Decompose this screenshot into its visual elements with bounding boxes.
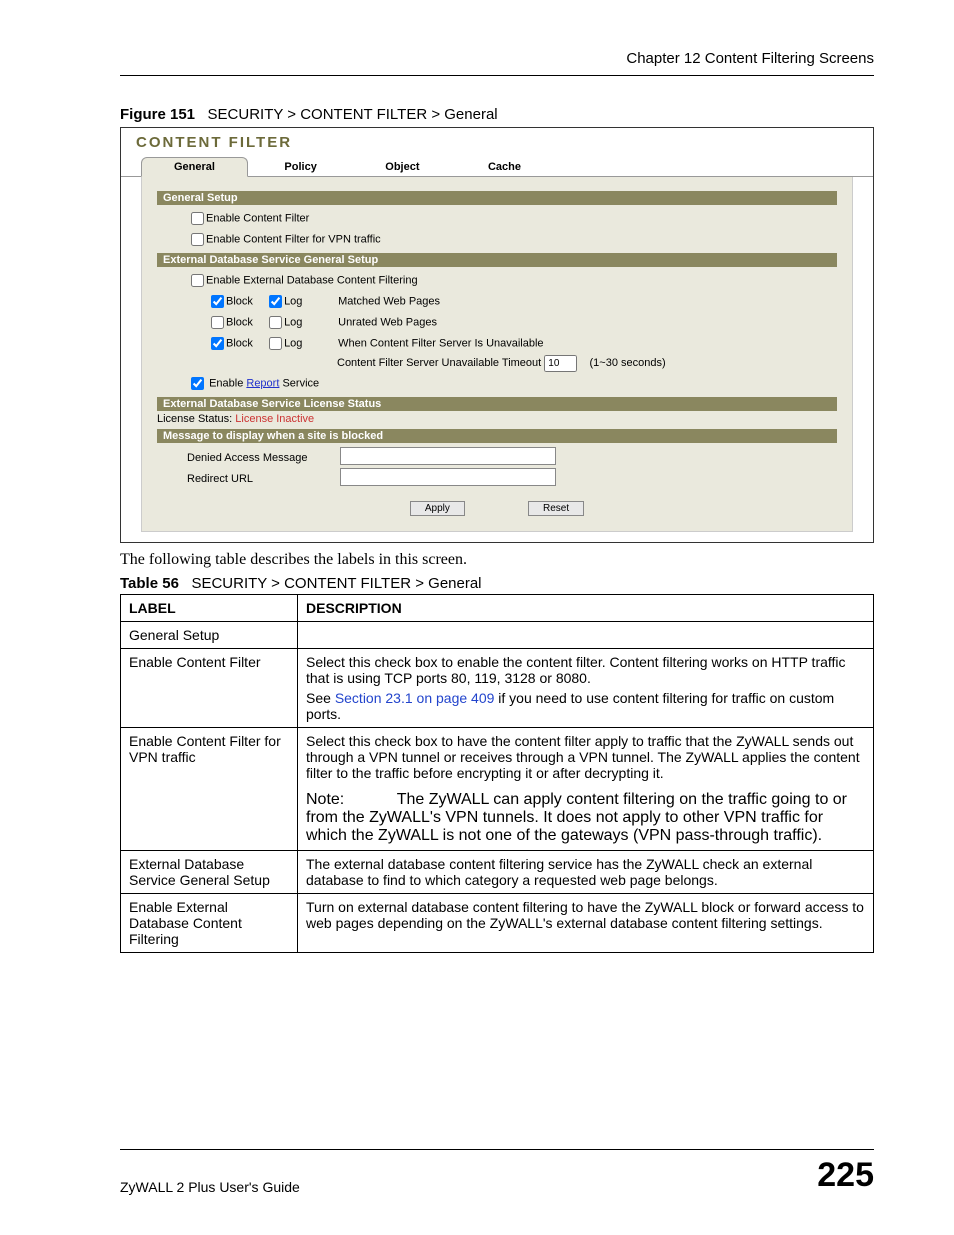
section-ext-db-setup: External Database Service General Setup xyxy=(157,253,837,267)
label-enable-cf: Enable Content Filter xyxy=(206,212,309,224)
checkbox-block-unrated[interactable] xyxy=(211,316,224,329)
th-desc: DESCRIPTION xyxy=(298,595,874,622)
section-license: External Database Service License Status xyxy=(157,397,837,411)
checkbox-log-unavail[interactable] xyxy=(269,337,282,350)
checkbox-block-matched[interactable] xyxy=(211,295,224,308)
xref-link[interactable]: Section 23.1 on page 409 xyxy=(335,690,495,706)
input-denied-msg[interactable] xyxy=(340,447,556,465)
page-number: 225 xyxy=(817,1156,874,1195)
page-footer: ZyWALL 2 Plus User's Guide 225 xyxy=(120,1141,874,1195)
table-row: Enable Content Filter Select this check … xyxy=(121,649,874,728)
label-redirect-url: Redirect URL xyxy=(187,473,337,485)
tab-object[interactable]: Object xyxy=(353,158,451,176)
description-table: LABEL DESCRIPTION General Setup Enable C… xyxy=(120,594,874,953)
label-enable-cf-vpn: Enable Content Filter for VPN traffic xyxy=(206,233,381,245)
checkbox-log-matched[interactable] xyxy=(269,295,282,308)
section-message: Message to display when a site is blocke… xyxy=(157,429,837,443)
table-row: Enable External Database Content Filteri… xyxy=(121,894,874,953)
label-unavail: When Content Filter Server Is Unavailabl… xyxy=(338,337,543,349)
link-report[interactable]: Report xyxy=(246,377,279,389)
checkbox-enable-cf[interactable] xyxy=(191,212,204,225)
value-license-status: License Inactive xyxy=(235,413,314,425)
reset-button[interactable]: Reset xyxy=(528,501,584,516)
label-enable-report-pre: Enable xyxy=(209,377,246,389)
checkbox-block-unavail[interactable] xyxy=(211,337,224,350)
chapter-header: Chapter 12 Content Filtering Screens xyxy=(120,50,874,67)
label-matched: Matched Web Pages xyxy=(338,295,440,307)
app-title: CONTENT FILTER xyxy=(121,128,873,151)
intro-paragraph: The following table describes the labels… xyxy=(120,551,874,569)
checkbox-enable-cf-vpn[interactable] xyxy=(191,233,204,246)
input-redirect-url[interactable] xyxy=(340,468,556,486)
tab-general[interactable]: General xyxy=(141,157,248,177)
screenshot-panel: CONTENT FILTER General Policy Object Cac… xyxy=(120,127,874,543)
label-timeout: Content Filter Server Unavailable Timeou… xyxy=(337,357,541,369)
label-unrated: Unrated Web Pages xyxy=(338,316,437,328)
checkbox-enable-report[interactable] xyxy=(191,377,204,390)
label-enable-ext-db: Enable External Database Content Filteri… xyxy=(206,274,418,286)
tab-cache[interactable]: Cache xyxy=(456,158,553,176)
section-general-setup: General Setup xyxy=(157,191,837,205)
tab-policy[interactable]: Policy xyxy=(252,158,348,176)
label-enable-report-post: Service xyxy=(279,377,319,389)
panel-general: General Setup Enable Content Filter Enab… xyxy=(141,177,853,532)
checkbox-enable-ext-db[interactable] xyxy=(191,274,204,287)
guide-title: ZyWALL 2 Plus User's Guide xyxy=(120,1179,300,1195)
label-timeout-hint: (1~30 seconds) xyxy=(590,357,666,369)
table-row: General Setup xyxy=(121,622,874,649)
checkbox-log-unrated[interactable] xyxy=(269,316,282,329)
table-row: Enable Content Filter for VPN traffic Se… xyxy=(121,728,874,851)
th-label: LABEL xyxy=(121,595,298,622)
tab-bar: General Policy Object Cache xyxy=(121,156,873,177)
table-row: External Database Service General Setup … xyxy=(121,851,874,894)
label-denied-msg: Denied Access Message xyxy=(187,452,337,464)
figure-caption: Figure 151 SECURITY > CONTENT FILTER > G… xyxy=(120,106,874,123)
apply-button[interactable]: Apply xyxy=(410,501,465,516)
table-caption: Table 56 SECURITY > CONTENT FILTER > Gen… xyxy=(120,575,874,592)
label-license-status: License Status: xyxy=(157,413,235,425)
input-timeout[interactable] xyxy=(544,355,577,372)
divider xyxy=(120,75,874,76)
